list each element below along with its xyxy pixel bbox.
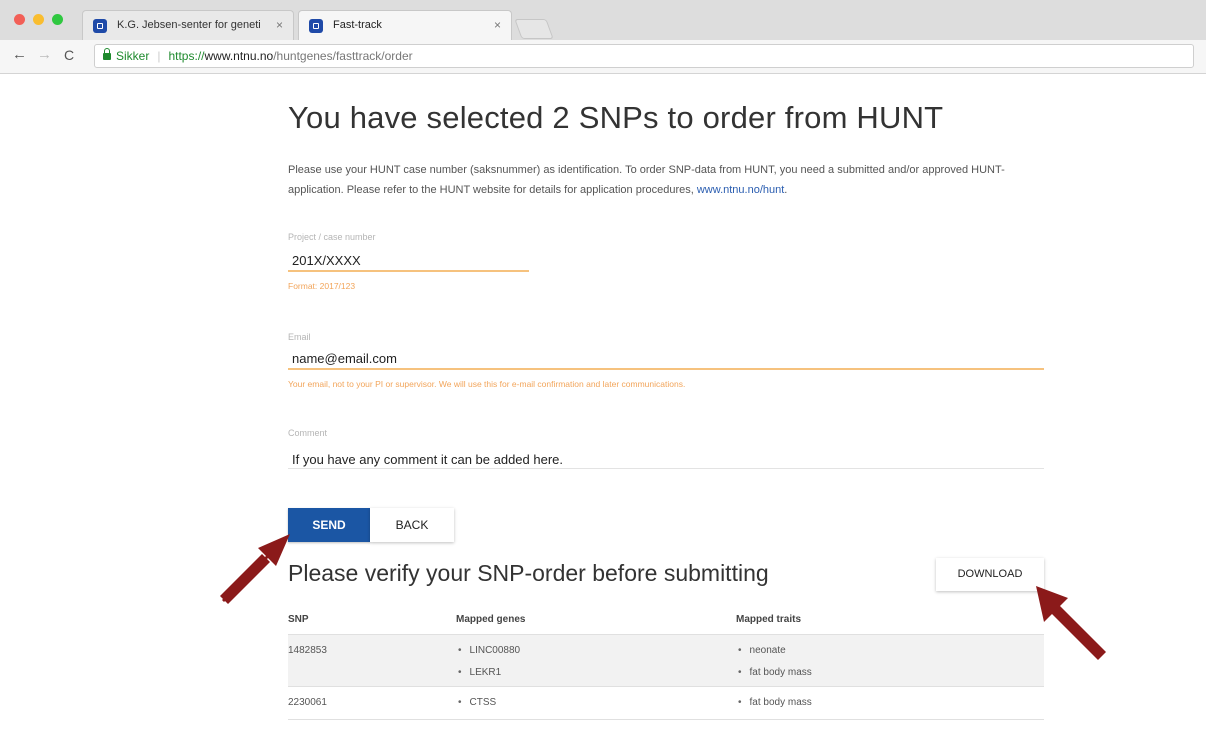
gene-list-item: LEKR1 <box>458 667 502 678</box>
tab-label: Fast-track <box>333 19 382 31</box>
table-row: 2230061 CTSS fat body mass <box>288 686 1044 720</box>
lock-icon <box>103 48 111 60</box>
arrow-shape <box>1036 586 1106 660</box>
email-field-underline <box>288 368 1044 370</box>
project-field-underline <box>288 270 529 272</box>
table-row: 1482853 LINC00880 LEKR1 neonate fat body… <box>288 634 1044 687</box>
arrow-shaft <box>220 554 270 604</box>
url-separator: | <box>157 49 161 63</box>
intro-paragraph: Please use your HUNT case number (saksnu… <box>288 160 1048 200</box>
url-host: www.ntnu.no <box>204 49 274 63</box>
back-button[interactable]: BACK <box>370 508 454 542</box>
hunt-website-link[interactable]: www.ntnu.no/hunt <box>697 184 784 196</box>
snp-id-cell: 1482853 <box>288 645 327 656</box>
site-favicon-icon <box>93 19 107 33</box>
comment-field-label: Comment <box>288 428 328 438</box>
reload-icon[interactable]: C <box>64 47 74 63</box>
comment-field-underline <box>288 468 1044 469</box>
new-tab-button[interactable] <box>514 19 554 39</box>
url-path: /huntgenes/fasttrack/order <box>273 49 413 63</box>
tab-close-icon[interactable]: × <box>494 18 501 32</box>
forward-arrow-icon[interactable]: → <box>37 46 52 63</box>
gene-list-item: LINC00880 <box>458 645 521 656</box>
email-field[interactable]: name@email.com <box>292 351 397 366</box>
comment-field[interactable]: If you have any comment it can be added … <box>292 452 563 467</box>
verify-section-title: Please verify your SNP-order before subm… <box>288 560 769 586</box>
annotation-arrow-send-icon <box>220 534 290 604</box>
project-case-input[interactable]: 201X/XXXX <box>292 253 361 268</box>
intro-text: Please use your HUNT case number (saksnu… <box>288 164 1005 196</box>
minimize-window-button[interactable] <box>33 14 44 25</box>
project-field-hint: Format: 2017/123 <box>288 281 356 291</box>
column-header-mapped-genes: Mapped genes <box>456 614 526 625</box>
site-favicon-icon <box>309 19 323 33</box>
email-field-hint: Your email, not to your PI or supervisor… <box>288 379 686 389</box>
tab-fast-track[interactable]: Fast-track × <box>298 10 512 40</box>
column-header-snp: SNP <box>288 614 309 625</box>
download-button[interactable]: DOWNLOAD <box>936 558 1044 591</box>
tab-kg-jebsen[interactable]: K.G. Jebsen-senter for geneti × <box>82 10 294 40</box>
tab-close-icon[interactable]: × <box>276 18 283 32</box>
secure-label: Sikker <box>116 49 150 63</box>
address-bar[interactable]: Sikker | https://www.ntnu.no/huntgenes/fas… <box>94 44 1194 68</box>
project-field-label: Project / case number <box>288 232 376 242</box>
browser-tab-strip: K.G. Jebsen-senter for geneti × Fast-tra… <box>0 0 1206 40</box>
maximize-window-button[interactable] <box>52 14 63 25</box>
send-button[interactable]: SEND <box>288 508 370 542</box>
trait-list-item: fat body mass <box>738 697 812 708</box>
browser-toolbar: ← → C Sikker | https://www.ntnu.no/huntgen… <box>0 40 1206 74</box>
snp-id-cell: 2230061 <box>288 697 327 708</box>
close-window-button[interactable] <box>14 14 25 25</box>
gene-list-item: CTSS <box>458 697 497 708</box>
email-field-label: Email <box>288 332 311 342</box>
column-header-mapped-traits: Mapped traits <box>736 614 802 625</box>
url-scheme: https:// <box>168 49 205 63</box>
trait-list-item: neonate <box>738 645 786 656</box>
page-title: You have selected 2 SNPs to order from H… <box>288 100 944 135</box>
tab-label: K.G. Jebsen-senter for geneti <box>117 19 261 31</box>
trait-list-item: fat body mass <box>738 667 812 678</box>
intro-end: . <box>784 184 788 196</box>
annotation-arrow-download-icon <box>1036 586 1106 660</box>
back-arrow-icon[interactable]: ← <box>12 46 27 63</box>
